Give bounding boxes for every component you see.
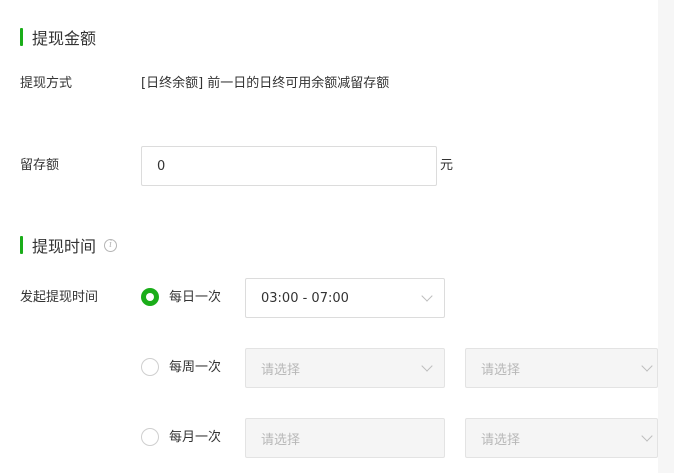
section-title-time-text: 提现时间 [32,237,97,256]
daily-time-value: 03:00 - 07:00 [261,290,349,306]
section-title-amount: 提现金额 [20,27,97,48]
section-title-amount-text: 提现金额 [32,29,97,48]
weekly-day-select[interactable]: 请选择 [245,348,445,388]
reserve-amount-label: 留存额 [20,158,60,173]
daily-time-select[interactable]: 03:00 - 07:00 [245,278,445,318]
radio-daily[interactable] [141,288,159,306]
monthly-day-placeholder: 请选择 [261,432,301,448]
monthly-time-select[interactable]: 请选择 [465,418,658,458]
reserve-amount-input[interactable]: 0 [141,146,437,186]
monthly-time-placeholder: 请选择 [481,432,521,448]
radio-weekly-label[interactable]: 每周一次 [169,360,221,376]
reserve-amount-unit: 元 [440,158,454,173]
section-accent-bar [20,28,23,46]
section-title-time: 提现时间 i [20,235,118,256]
section-accent-bar [20,236,23,254]
chevron-down-icon [641,430,653,442]
monthly-day-select[interactable]: 请选择 [245,418,445,458]
info-icon[interactable]: i [104,238,118,252]
scrollbar-track[interactable] [658,0,674,473]
withdraw-method-value: [日终余额] 前一日的日终可用余额减留存额 [141,76,390,91]
reserve-amount-value: 0 [157,158,166,174]
weekly-day-placeholder: 请选择 [261,362,301,378]
radio-weekly[interactable] [141,358,159,376]
radio-daily-label[interactable]: 每日一次 [169,290,221,306]
radio-monthly-label[interactable]: 每月一次 [169,430,221,446]
trigger-time-label: 发起提现时间 [20,290,99,305]
withdraw-method-label: 提现方式 [20,76,73,91]
chevron-down-icon [641,360,653,372]
chevron-down-icon [421,360,433,372]
weekly-time-select[interactable]: 请选择 [465,348,658,388]
chevron-down-icon [421,290,433,302]
weekly-time-placeholder: 请选择 [481,362,521,378]
radio-monthly[interactable] [141,428,159,446]
